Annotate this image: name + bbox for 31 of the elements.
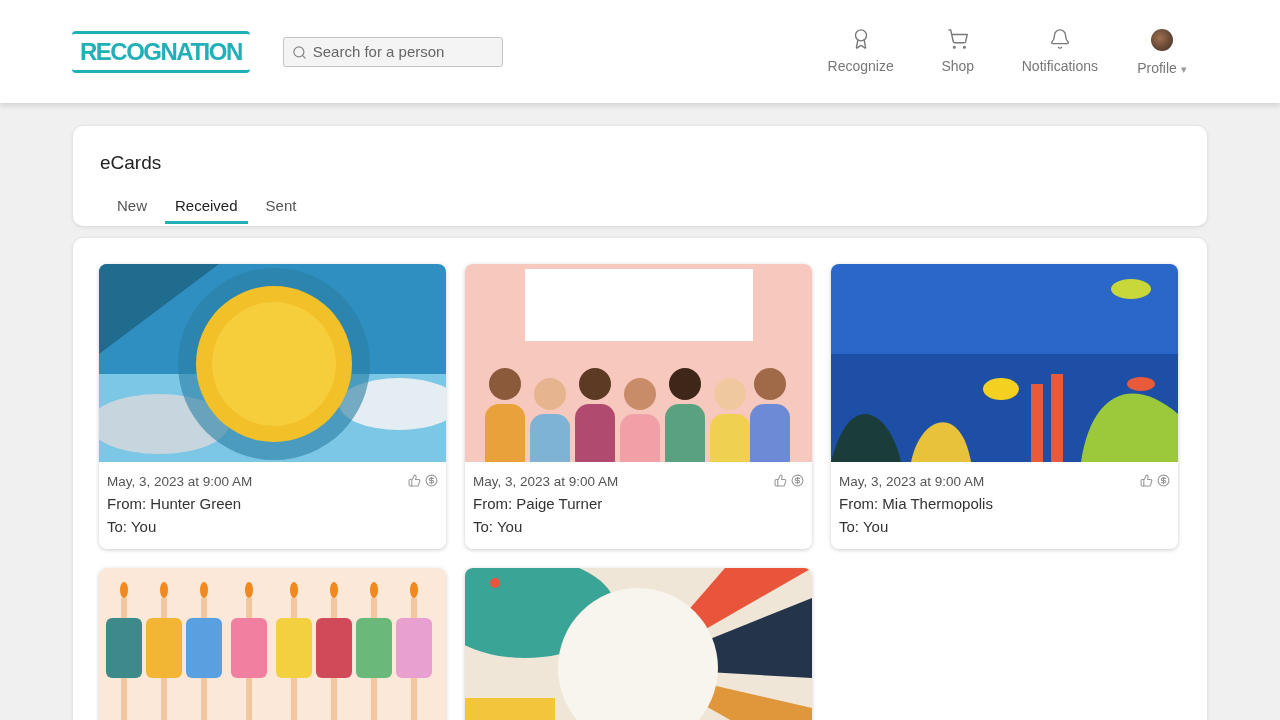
card-sender: From: Mia Thermopolis (839, 495, 994, 512)
nav-link[interactable]: Shop (909, 27, 1006, 76)
page-title: eCards (100, 152, 163, 174)
card-sender: From: Hunter Green (107, 495, 243, 512)
card-date: May, 3, 2023 at 9:00 AM (473, 474, 620, 489)
nav-link[interactable]: Notifications (1005, 27, 1114, 76)
nav-link[interactable]: Recognize (811, 27, 910, 76)
search-icon (291, 44, 307, 60)
nav-link[interactable]: Profile ▾ (1114, 27, 1210, 76)
dollar-icon[interactable] (1157, 474, 1170, 487)
tab[interactable]: Sent (255, 197, 307, 224)
card-date: May, 3, 2023 at 9:00 AM (107, 474, 254, 489)
card-sender: From: Paige Turner (473, 495, 604, 512)
thumbs-up-icon[interactable] (408, 474, 421, 487)
avatar (1151, 28, 1173, 51)
thumbs-up-icon[interactable] (774, 474, 787, 487)
dollar-icon[interactable] (791, 474, 804, 487)
ecard[interactable]: May, 3, 2023 at 9:00 AM From: Mia Thermopolis To: You (831, 264, 1178, 549)
ecard[interactable]: May, 3, 2023 at 9:00 AM From: Paige Turner To: You (465, 264, 812, 549)
bell-icon (1048, 27, 1071, 50)
search-field[interactable]: Search for a person (282, 36, 503, 67)
ecard[interactable]: May, 3, 2023 at 9:00 AM From: Hunter Green To: You (99, 264, 446, 549)
card-recipient: To: You (107, 518, 158, 535)
thumbs-up-icon[interactable] (1140, 474, 1153, 487)
tab[interactable]: Received (165, 197, 248, 224)
dollar-icon[interactable] (425, 474, 438, 487)
card-date: May, 3, 2023 at 9:00 AM (839, 474, 986, 489)
cart-icon (946, 27, 969, 50)
tab[interactable]: New (107, 197, 157, 224)
card-recipient: To: You (839, 518, 890, 535)
card-recipient: To: You (473, 518, 524, 535)
